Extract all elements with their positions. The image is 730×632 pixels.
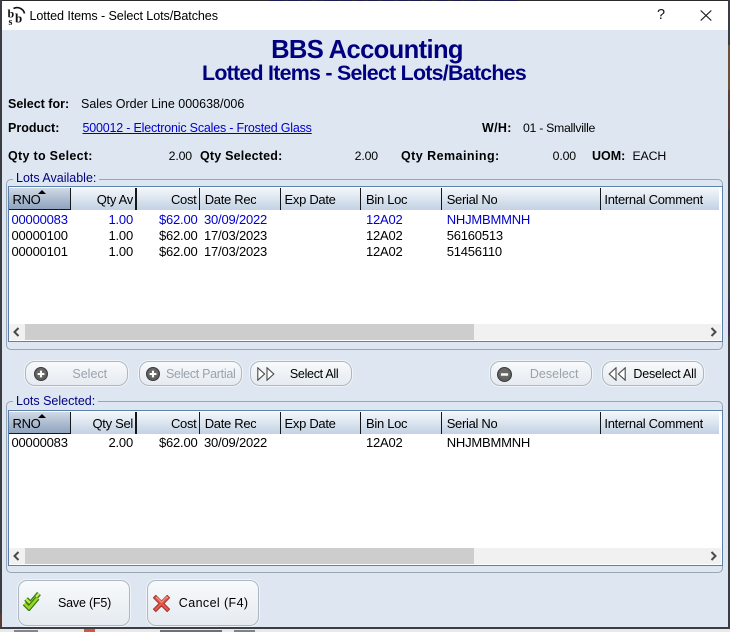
svg-text:b: b: [15, 11, 22, 26]
svg-text:s: s: [9, 17, 13, 26]
